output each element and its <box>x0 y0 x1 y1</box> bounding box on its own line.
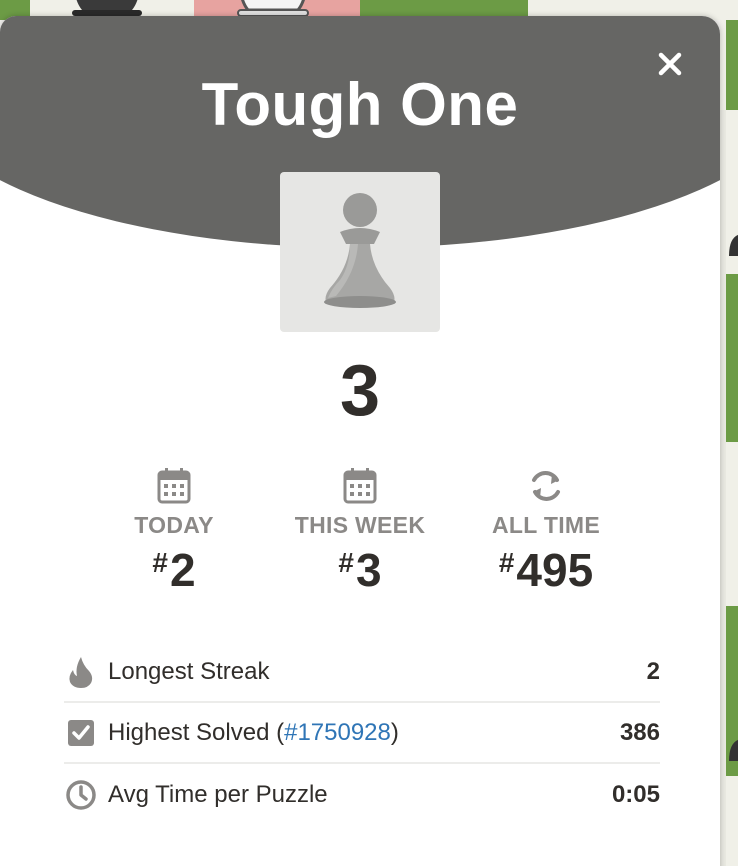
rank-badge <box>280 172 440 332</box>
clock-icon <box>66 779 96 810</box>
black-piece-icon <box>729 234 738 256</box>
stat-this-week: THIS WEEK #3 <box>270 466 450 597</box>
stat-all-time: ALL TIME #495 <box>456 466 636 597</box>
label-prefix: Highest Solved ( <box>108 718 285 746</box>
stat-value: #495 <box>456 543 636 597</box>
flame-icon <box>69 656 93 688</box>
stat-label: TODAY <box>134 512 214 538</box>
stat-label: ALL TIME <box>491 512 601 538</box>
row-label: Highest Solved (#1750928) <box>108 719 620 747</box>
stats-details: Longest Streak 2 Highest Solved (#175092… <box>64 642 660 825</box>
pawn-icon <box>324 193 396 308</box>
board-square <box>726 442 738 606</box>
refresh-icon <box>532 471 560 501</box>
row-value: 0:05 <box>611 780 660 808</box>
stat-value: #2 <box>84 543 264 597</box>
rank-hash: # <box>338 547 354 578</box>
row-label: Longest Streak <box>108 657 270 685</box>
board-square <box>726 274 738 442</box>
stat-today: TODAY #2 <box>84 466 264 597</box>
label-suffix: ) <box>390 718 399 746</box>
checkbox-icon <box>68 719 94 746</box>
close-icon[interactable] <box>652 46 688 82</box>
rank-hash: # <box>498 547 515 578</box>
rank-number: 3 <box>355 544 382 596</box>
longest-streak-row: Longest Streak 2 <box>64 642 660 703</box>
rank-number: 495 <box>516 544 594 596</box>
board-square <box>726 20 738 110</box>
highest-solved-row: Highest Solved (#1750928) 386 <box>64 703 660 764</box>
calendar-icon <box>343 468 377 504</box>
modal-title: Tough One <box>201 71 519 138</box>
row-value: 2 <box>646 657 660 685</box>
calendar-icon <box>157 468 191 504</box>
row-label: Avg Time per Puzzle <box>108 780 328 808</box>
puzzle-link[interactable]: #1750928 <box>284 719 391 746</box>
puzzle-stats-modal: Tough One 3 TODAY #2 THIS WEEK #3 ALL TI… <box>0 16 720 866</box>
avg-time-row: Avg Time per Puzzle 0:05 <box>64 764 660 825</box>
board-square <box>726 776 738 866</box>
puzzle-score: 3 <box>339 351 381 431</box>
black-piece-icon <box>729 739 738 761</box>
stat-value: #3 <box>270 543 450 597</box>
rank-hash: # <box>152 547 168 578</box>
stat-label: THIS WEEK <box>294 512 426 538</box>
rank-number: 2 <box>169 544 196 596</box>
row-value: 386 <box>619 718 660 746</box>
